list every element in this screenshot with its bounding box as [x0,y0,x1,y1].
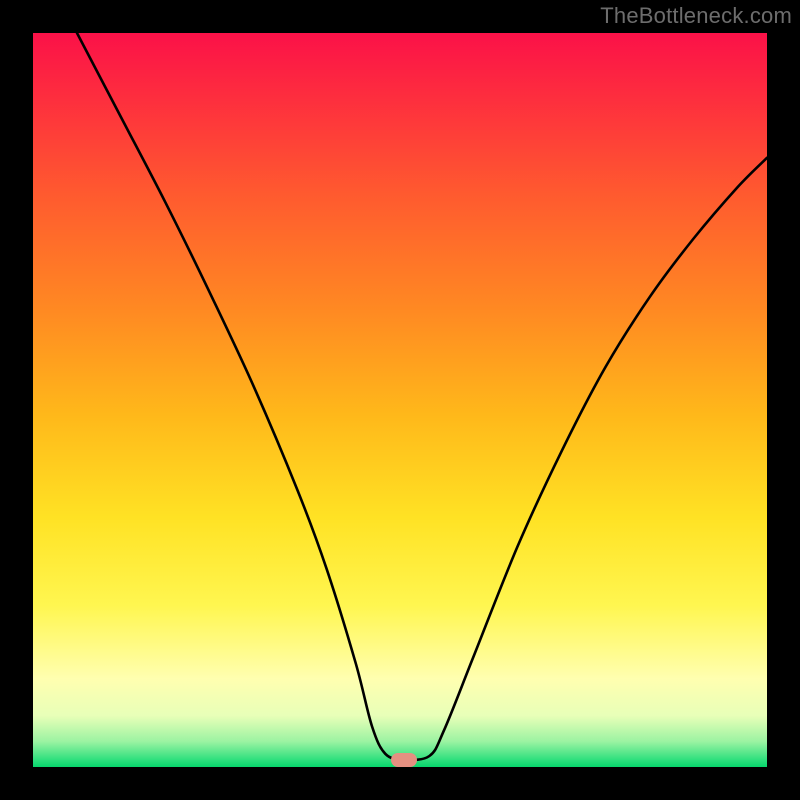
optimal-point-marker [391,753,417,767]
chart-frame: TheBottleneck.com [0,0,800,800]
bottleneck-curve [33,33,767,767]
plot-area [33,33,767,767]
watermark-text: TheBottleneck.com [600,3,792,29]
